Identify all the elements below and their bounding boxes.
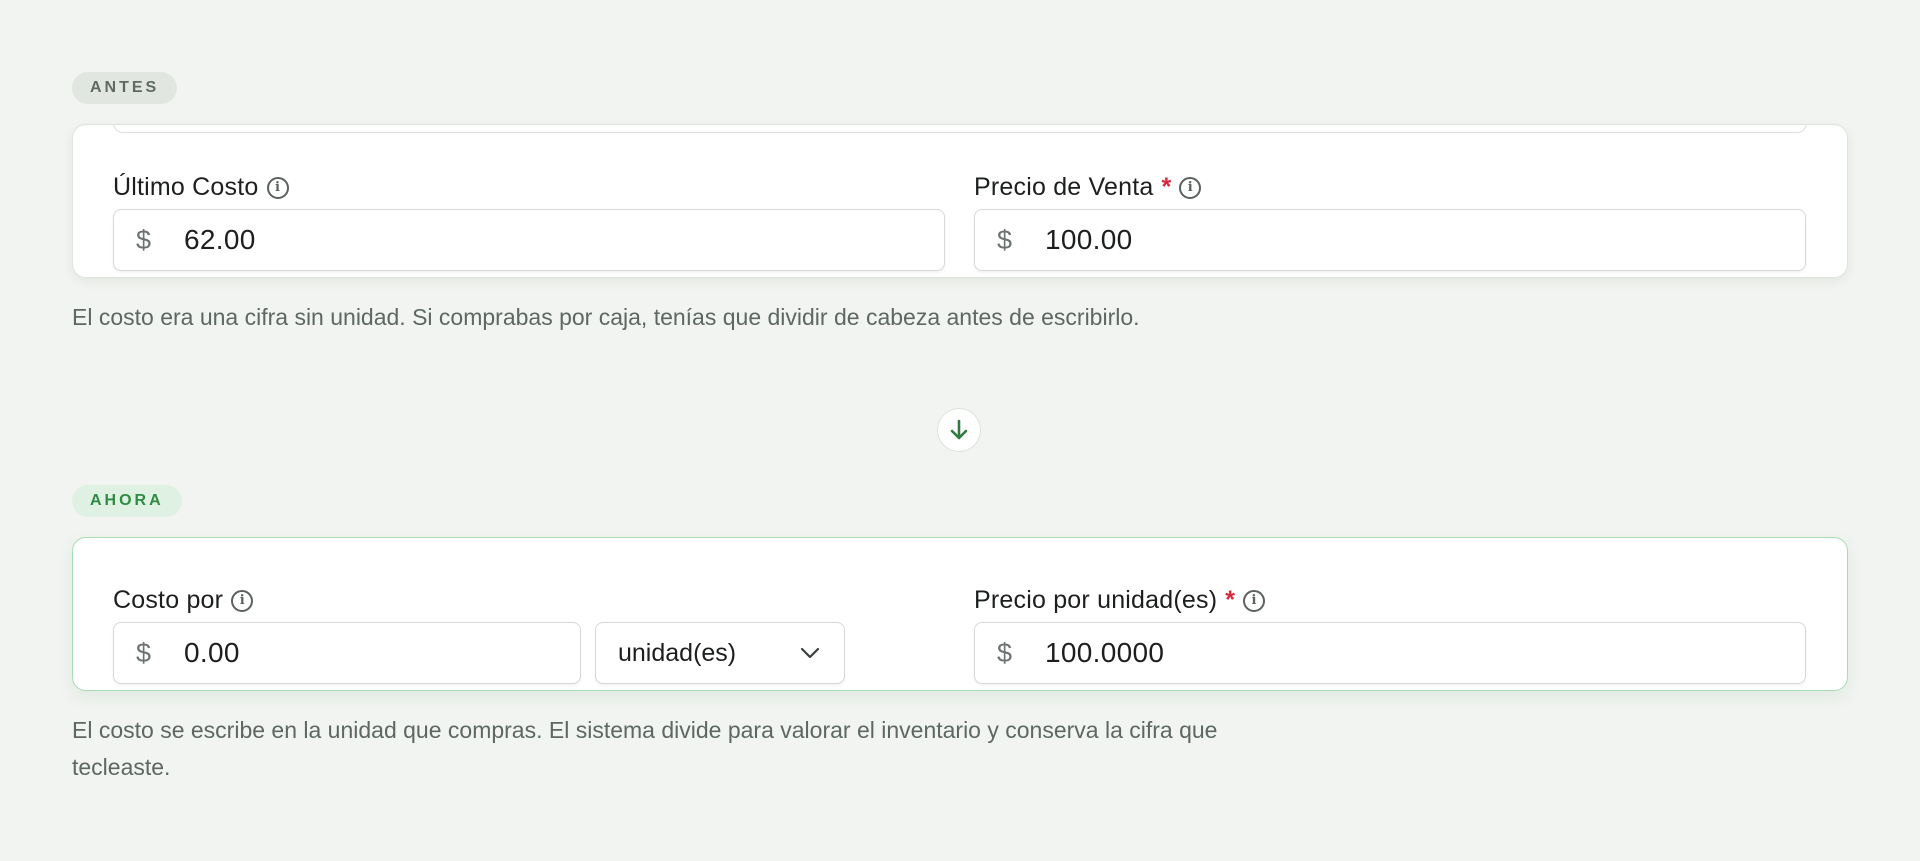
before-price-label-text: Precio de Venta	[974, 173, 1154, 201]
before-price-input[interactable]: $ 100.00	[974, 209, 1806, 271]
after-price-label: Precio por unidad(es) * i	[974, 586, 1265, 615]
before-cost-label: Último Costo i	[113, 173, 289, 202]
after-cost-label-text: Costo por	[113, 586, 224, 614]
after-note: El costo se escribe en la unidad que com…	[72, 717, 1218, 780]
after-badge: AHORA	[72, 485, 182, 517]
before-cost-input[interactable]: $ 62.00	[113, 209, 945, 271]
info-icon[interactable]: i	[1179, 176, 1202, 199]
after-cost-input[interactable]: $ 0.00	[113, 622, 581, 684]
before-card: Último Costo i $ 62.00 Precio de Venta *…	[72, 124, 1848, 278]
after-price-label-text: Precio por unidad(es)	[974, 586, 1218, 614]
currency-symbol: $	[997, 637, 1013, 668]
before-price-label: Precio de Venta * i	[974, 173, 1202, 202]
after-cost-label: Costo por i	[113, 586, 254, 615]
required-mark: *	[1161, 173, 1172, 201]
before-price-value: 100.00	[1045, 224, 1133, 255]
after-price-value: 100.0000	[1045, 637, 1165, 668]
chevron-down-icon	[800, 647, 820, 659]
before-note: El costo era una cifra sin unidad. Si co…	[72, 304, 1140, 330]
arrow-down-icon	[950, 419, 968, 440]
comparison-page: ANTES Último Costo i $ 62.00 Precio de V…	[0, 0, 1920, 861]
after-cost-value: 0.00	[184, 637, 240, 668]
after-price-input[interactable]: $ 100.0000	[974, 622, 1806, 684]
unit-select-value: unidad(es)	[618, 638, 737, 667]
before-cost-label-text: Último Costo	[113, 173, 259, 201]
before-badge: ANTES	[72, 72, 178, 104]
currency-symbol: $	[997, 224, 1013, 255]
unit-select[interactable]: unidad(es)	[595, 622, 845, 684]
previous-field-edge	[113, 125, 1807, 133]
currency-symbol: $	[136, 637, 152, 668]
before-cost-value: 62.00	[184, 224, 256, 255]
info-icon[interactable]: i	[1242, 589, 1265, 612]
after-card: Costo por i $ 0.00 unidad(es) Precio por…	[72, 537, 1848, 691]
info-icon[interactable]: i	[266, 176, 289, 199]
currency-symbol: $	[136, 224, 152, 255]
required-mark: *	[1225, 586, 1235, 614]
info-icon[interactable]: i	[231, 589, 254, 612]
transition-arrow	[937, 408, 981, 452]
